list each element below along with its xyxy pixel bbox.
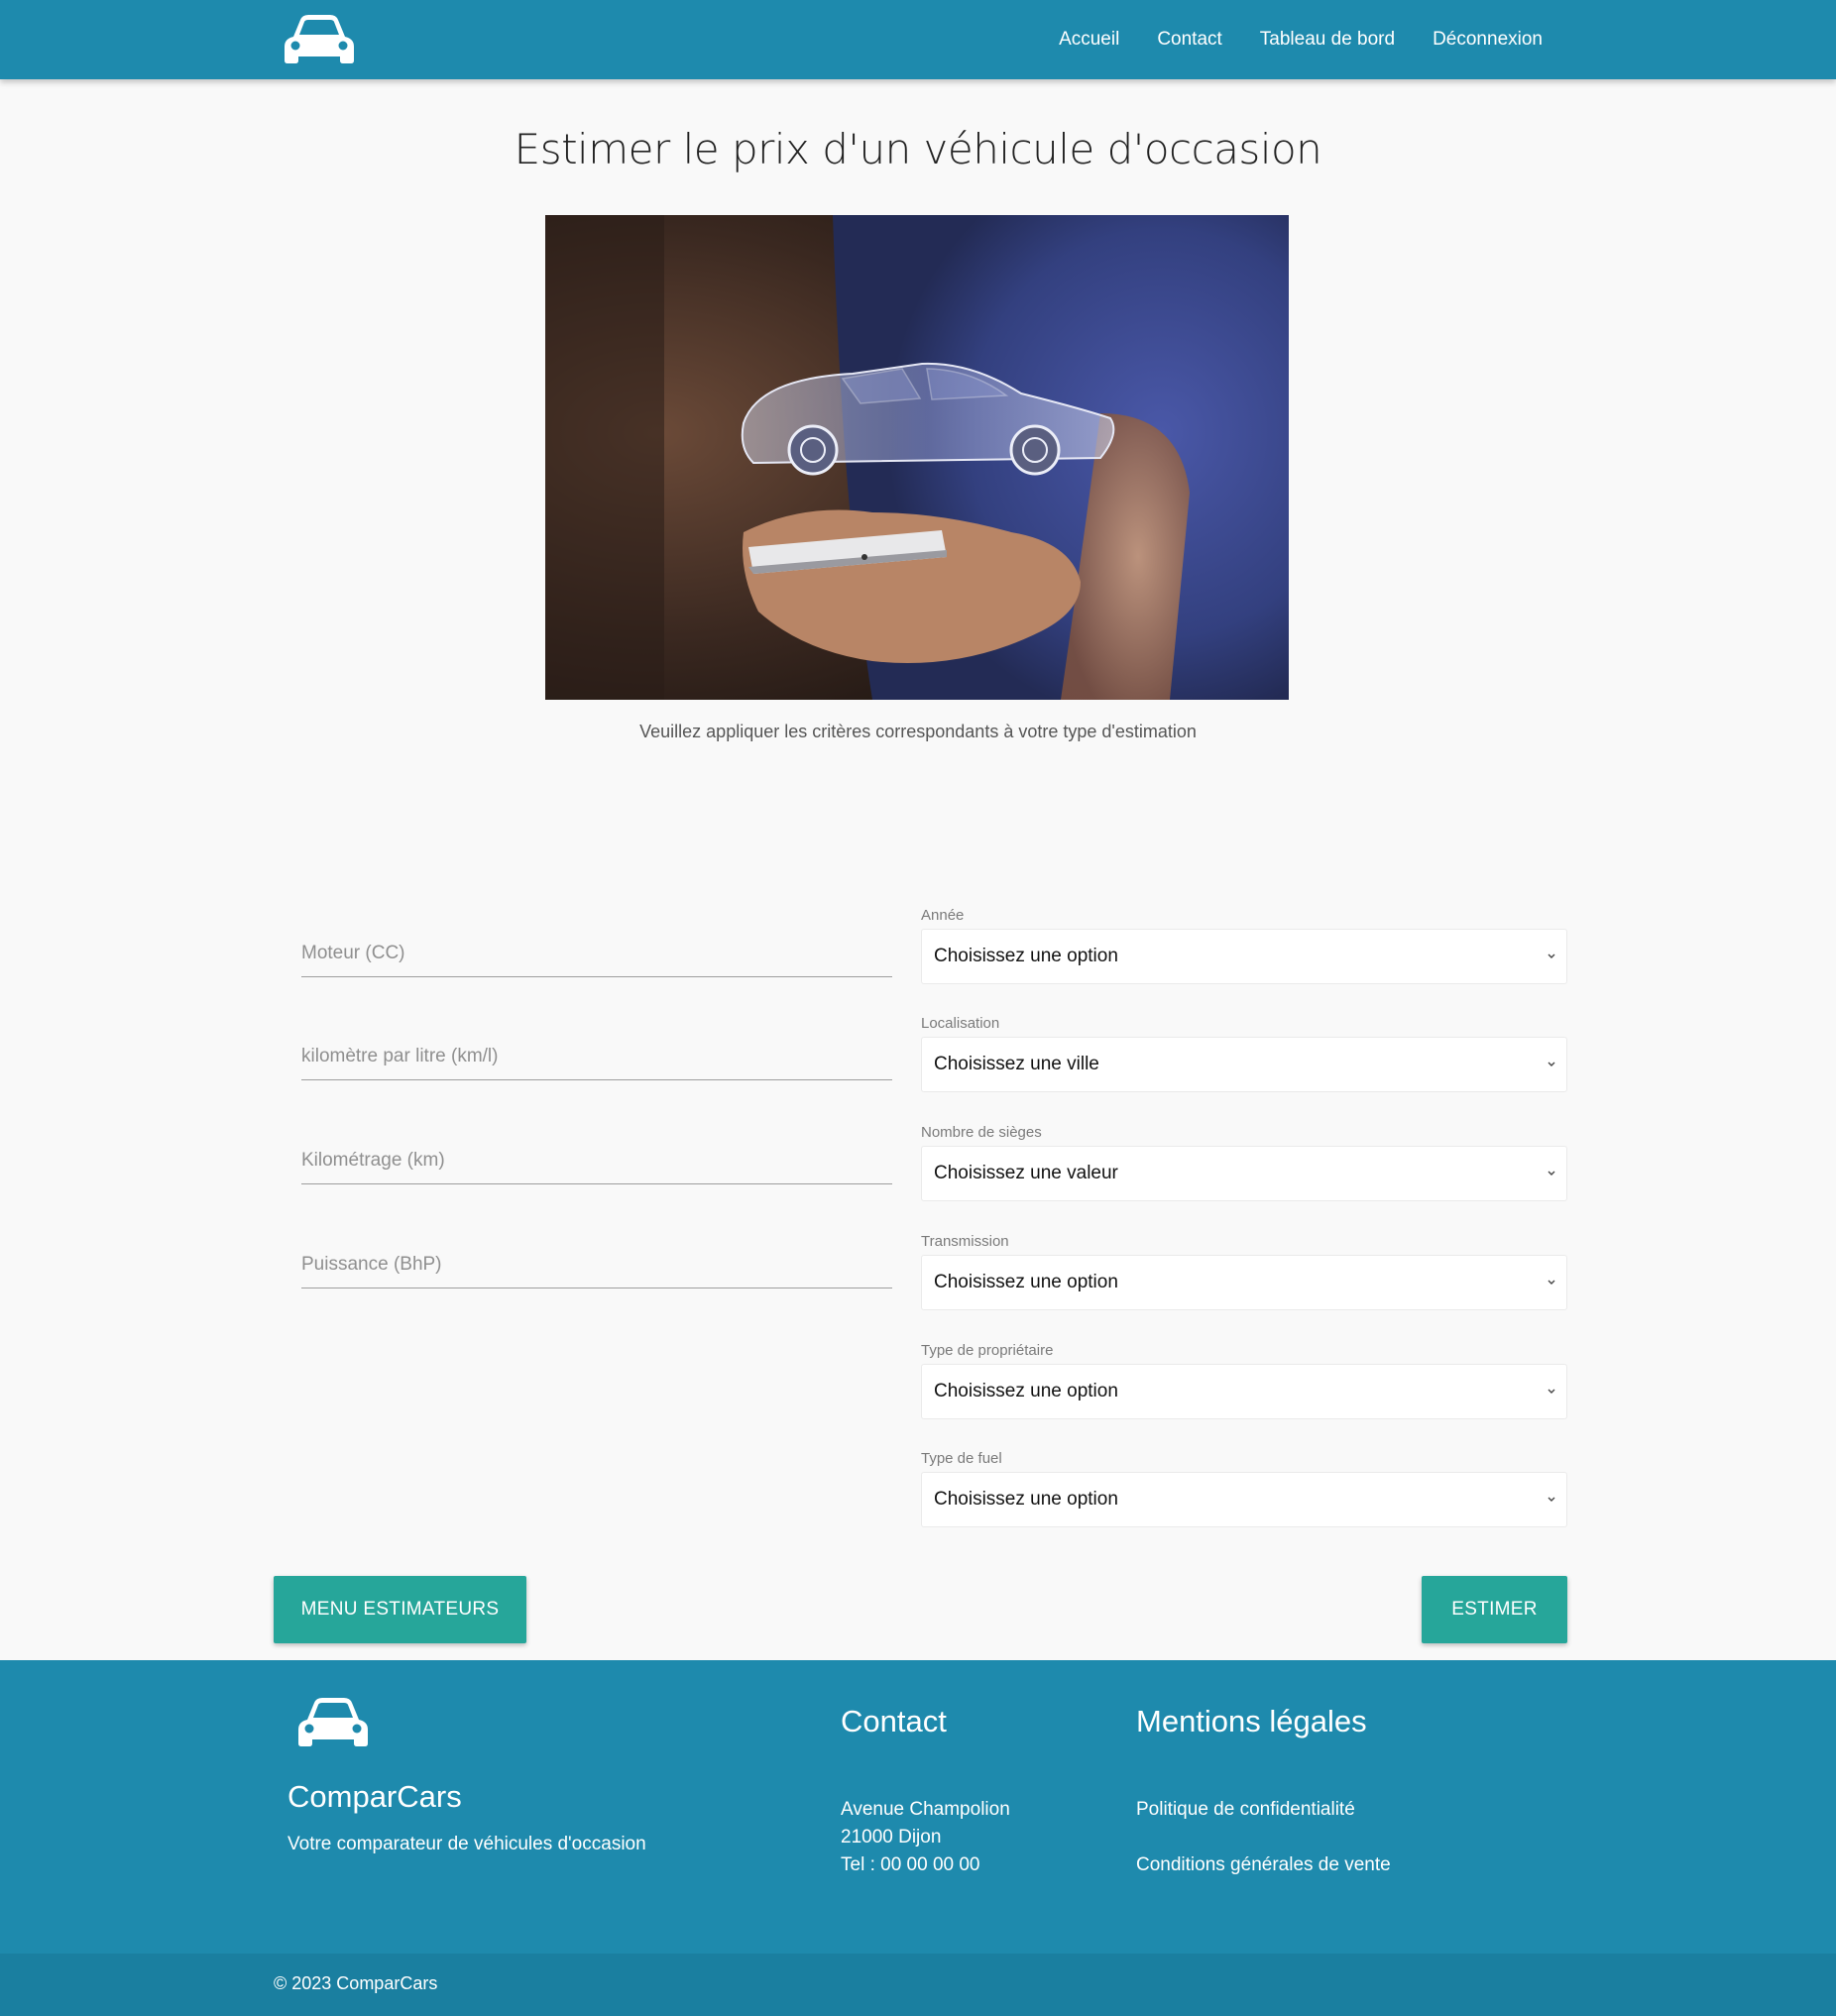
- menu-estimateurs-button[interactable]: MENU ESTIMATEURS: [274, 1576, 526, 1643]
- footer-brand: ComparCars: [287, 1779, 462, 1814]
- owner-type-label: Type de propriétaire: [921, 1342, 1054, 1359]
- transmission-label: Transmission: [921, 1233, 1009, 1250]
- page-title: Estimer le prix d'un véhicule d'occasion: [514, 125, 1322, 173]
- fuel-type-select[interactable]: Choisissez une option: [921, 1472, 1567, 1527]
- fuel-type-select-value: Choisissez une option: [934, 1489, 1118, 1510]
- location-select-value: Choisissez une ville: [934, 1054, 1099, 1074]
- chevron-down-icon: [1548, 1389, 1555, 1394]
- nav-link-accueil[interactable]: Accueil: [1059, 29, 1119, 51]
- transmission-select-value: Choisissez une option: [934, 1272, 1118, 1292]
- location-select[interactable]: Choisissez une ville: [921, 1037, 1567, 1092]
- nav-links: Accueil Contact Tableau de bord Déconnex…: [1059, 0, 1543, 79]
- seats-select[interactable]: Choisissez une valeur: [921, 1146, 1567, 1201]
- footer-legal-heading: Mentions légales: [1136, 1704, 1367, 1738]
- nav-link-tableau-de-bord[interactable]: Tableau de bord: [1260, 29, 1395, 51]
- mileage-field: [301, 1129, 892, 1184]
- footer-address-line2: 21000 Dijon: [841, 1827, 942, 1848]
- year-label: Année: [921, 907, 965, 924]
- chevron-down-icon: [1548, 1497, 1555, 1502]
- owner-type-select-value: Choisissez une option: [934, 1381, 1118, 1401]
- chevron-down-icon: [1548, 1062, 1555, 1066]
- owner-type-select[interactable]: Choisissez une option: [921, 1364, 1567, 1419]
- copyright-text: © 2023 ComparCars: [274, 1973, 438, 1993]
- seats-label: Nombre de sièges: [921, 1124, 1042, 1141]
- hero-image: [545, 215, 1289, 700]
- chevron-down-icon: [1548, 1171, 1555, 1176]
- chevron-down-icon: [1548, 1280, 1555, 1285]
- top-navbar: Accueil Contact Tableau de bord Déconnex…: [0, 0, 1836, 79]
- privacy-policy-link[interactable]: Politique de confidentialité: [1136, 1799, 1355, 1821]
- car-logo-icon[interactable]: [280, 11, 359, 64]
- chevron-down-icon: [1548, 953, 1555, 958]
- fuel-type-label: Type de fuel: [921, 1450, 1002, 1467]
- footer: ComparCars Votre comparateur de véhicule…: [0, 1660, 1836, 1954]
- mileage-input[interactable]: [301, 1129, 892, 1183]
- km-per-litre-input[interactable]: [301, 1025, 892, 1079]
- estimer-button[interactable]: ESTIMER: [1422, 1576, 1567, 1643]
- power-field: [301, 1233, 892, 1288]
- terms-of-sale-link[interactable]: Conditions générales de vente: [1136, 1854, 1391, 1876]
- footer-tagline: Votre comparateur de véhicules d'occasio…: [287, 1834, 646, 1854]
- power-input[interactable]: [301, 1233, 892, 1288]
- km-per-litre-field: [301, 1025, 892, 1080]
- year-select-value: Choisissez une option: [934, 946, 1118, 966]
- nav-link-contact[interactable]: Contact: [1157, 29, 1221, 51]
- location-label: Localisation: [921, 1015, 1000, 1032]
- footer-address-line1: Avenue Champolion: [841, 1799, 1010, 1820]
- transmission-select[interactable]: Choisissez une option: [921, 1255, 1567, 1310]
- copyright-bar: © 2023 ComparCars: [0, 1954, 1836, 2016]
- hero-caption: Veuillez appliquer les critères correspo…: [639, 722, 1197, 741]
- footer-contact-heading: Contact: [841, 1704, 947, 1738]
- year-select[interactable]: Choisissez une option: [921, 929, 1567, 984]
- nav-link-deconnexion[interactable]: Déconnexion: [1433, 29, 1543, 51]
- engine-cc-input[interactable]: [301, 922, 892, 976]
- footer-phone: Tel : 00 00 00 00: [841, 1854, 980, 1875]
- seats-select-value: Choisissez une valeur: [934, 1163, 1118, 1183]
- engine-cc-field: [301, 922, 892, 977]
- car-logo-icon: [298, 1698, 368, 1746]
